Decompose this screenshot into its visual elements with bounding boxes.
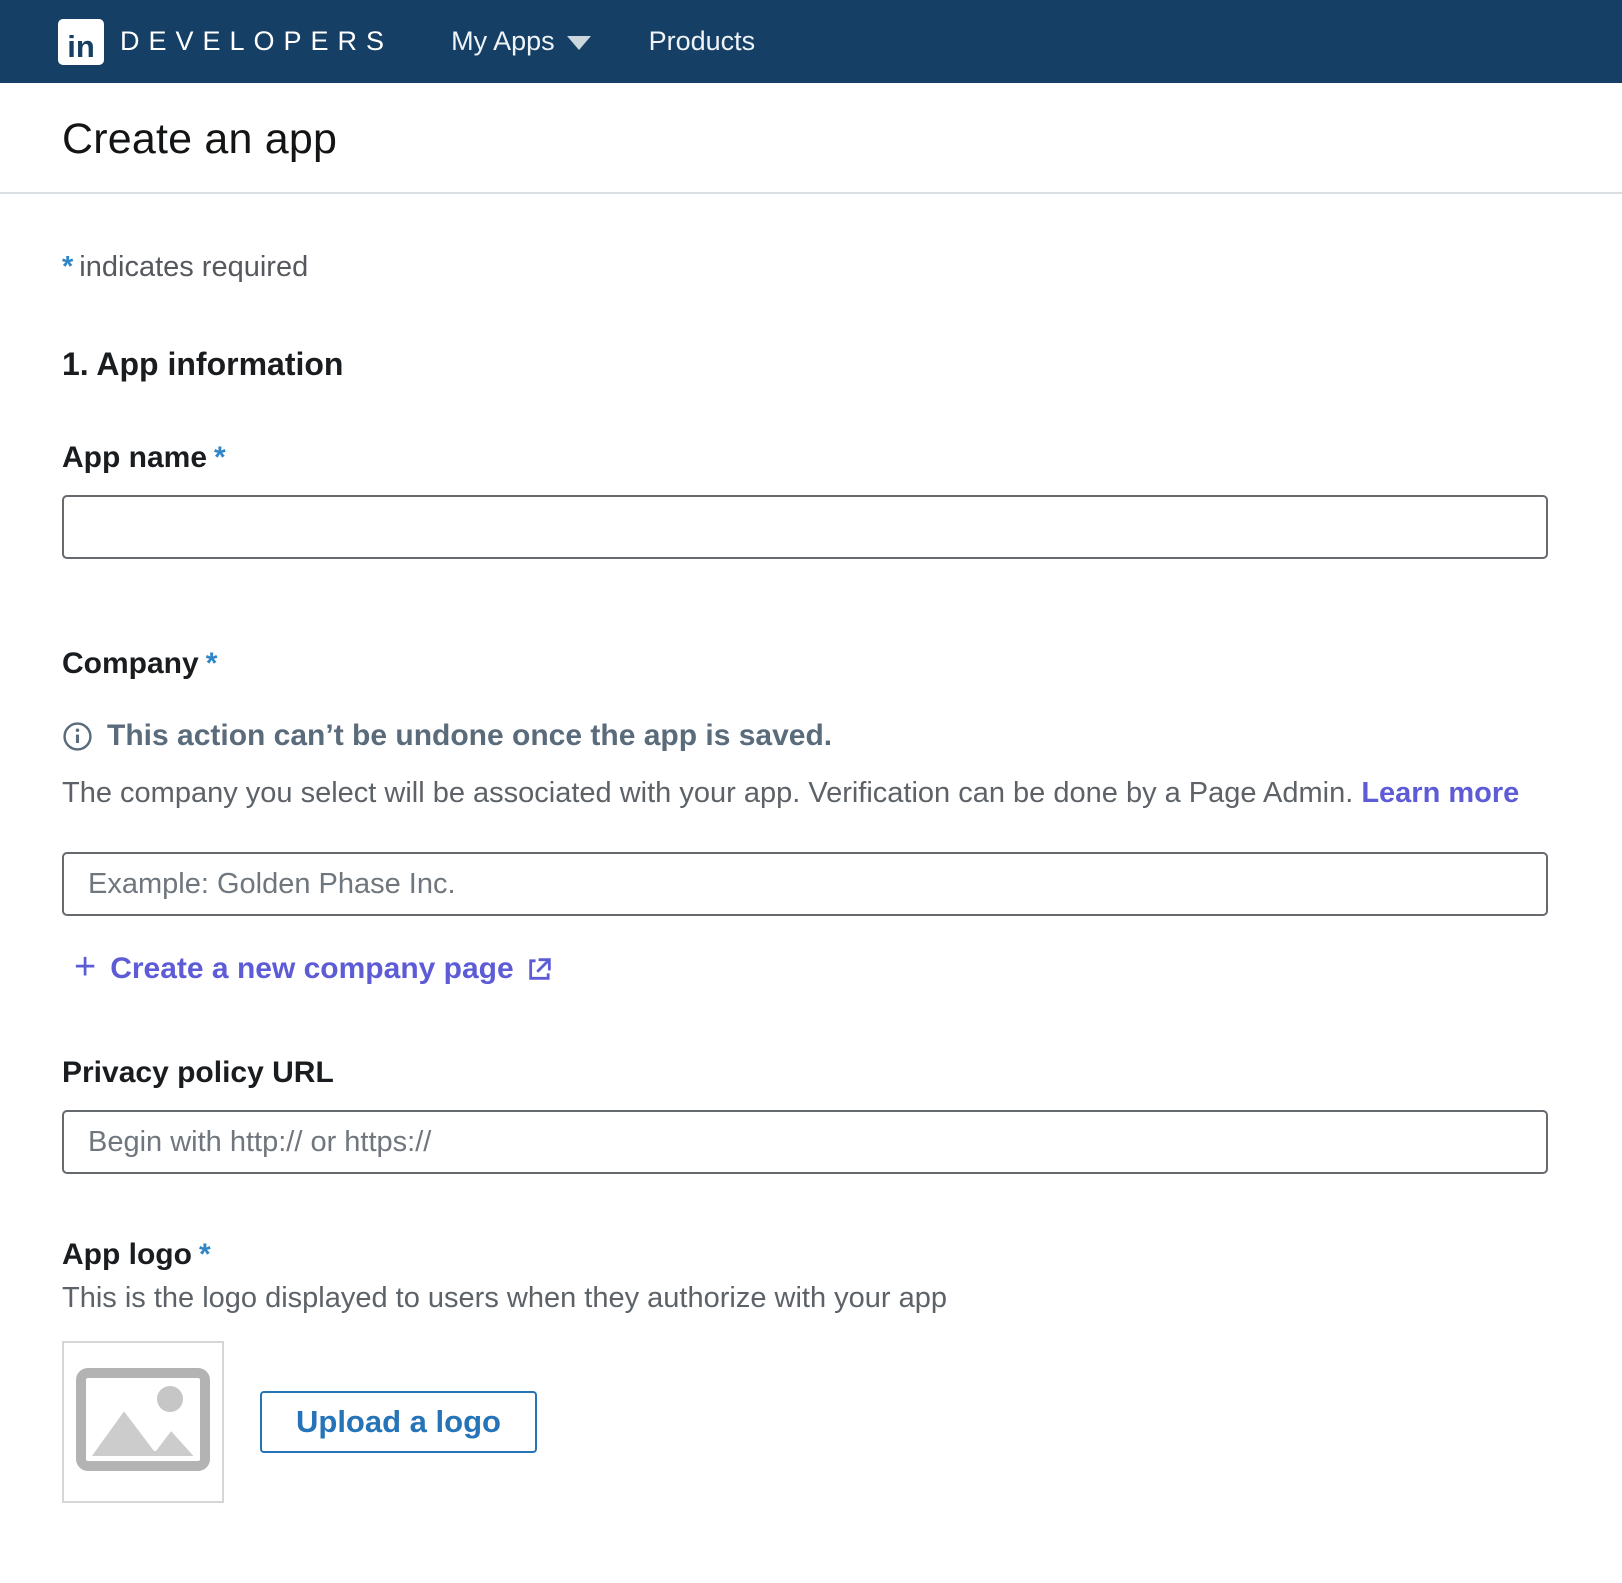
- nav-item-my-apps[interactable]: My Apps: [451, 26, 591, 57]
- nav-item-products-label: Products: [649, 26, 756, 57]
- company-warning-text: This action can’t be undone once the app…: [107, 719, 832, 753]
- upload-logo-button[interactable]: Upload a logo: [260, 1391, 537, 1453]
- external-link-icon: [526, 955, 554, 983]
- privacy-policy-label: Privacy policy URL: [62, 1056, 1548, 1090]
- app-name-input[interactable]: [62, 495, 1548, 559]
- section-title-app-information: 1. App information: [62, 346, 1548, 383]
- app-logo-row: Upload a logo: [62, 1341, 1548, 1503]
- create-company-page-label: Create a new company page: [110, 952, 513, 986]
- company-label: Company*: [62, 647, 1548, 681]
- create-company-page-link[interactable]: + Create a new company page: [62, 944, 566, 994]
- app-logo-required-asterisk: *: [199, 1238, 211, 1271]
- chevron-down-icon: [567, 36, 591, 50]
- brand-developers: DEVELOPERS: [120, 26, 393, 57]
- linkedin-logo-text: in: [67, 29, 95, 65]
- image-placeholder-icon: [76, 1368, 210, 1476]
- app-name-label: App name*: [62, 441, 1548, 475]
- app-name-required-asterisk: *: [214, 441, 226, 474]
- company-input[interactable]: [62, 852, 1548, 916]
- required-asterisk: *: [62, 251, 73, 283]
- company-description: The company you select will be associate…: [62, 777, 1548, 810]
- company-description-text: The company you select will be associate…: [62, 777, 1353, 809]
- linkedin-logo-icon[interactable]: in: [58, 19, 104, 65]
- company-label-text: Company: [62, 647, 199, 680]
- nav-item-my-apps-label: My Apps: [451, 26, 555, 57]
- required-note-text: indicates required: [79, 251, 308, 283]
- app-logo-label: App logo*: [62, 1238, 1548, 1272]
- privacy-policy-input[interactable]: [62, 1110, 1548, 1174]
- app-logo-description: This is the logo displayed to users when…: [62, 1282, 1548, 1315]
- app-name-label-text: App name: [62, 441, 207, 474]
- company-warning-row: This action can’t be undone once the app…: [62, 719, 1548, 753]
- top-navbar: in DEVELOPERS My Apps Products: [0, 0, 1622, 83]
- main-content: *indicates required 1. App information A…: [0, 251, 1622, 1583]
- company-required-asterisk: *: [206, 647, 218, 680]
- learn-more-link[interactable]: Learn more: [1361, 777, 1519, 809]
- app-logo-label-text: App logo: [62, 1238, 192, 1271]
- info-icon: [62, 721, 93, 752]
- required-note: *indicates required: [62, 251, 1548, 284]
- page-header: Create an app: [0, 83, 1622, 194]
- logo-preview-placeholder: [62, 1341, 224, 1503]
- nav-item-products[interactable]: Products: [649, 26, 756, 57]
- page-title: Create an app: [62, 115, 1560, 164]
- plus-icon: +: [74, 948, 96, 986]
